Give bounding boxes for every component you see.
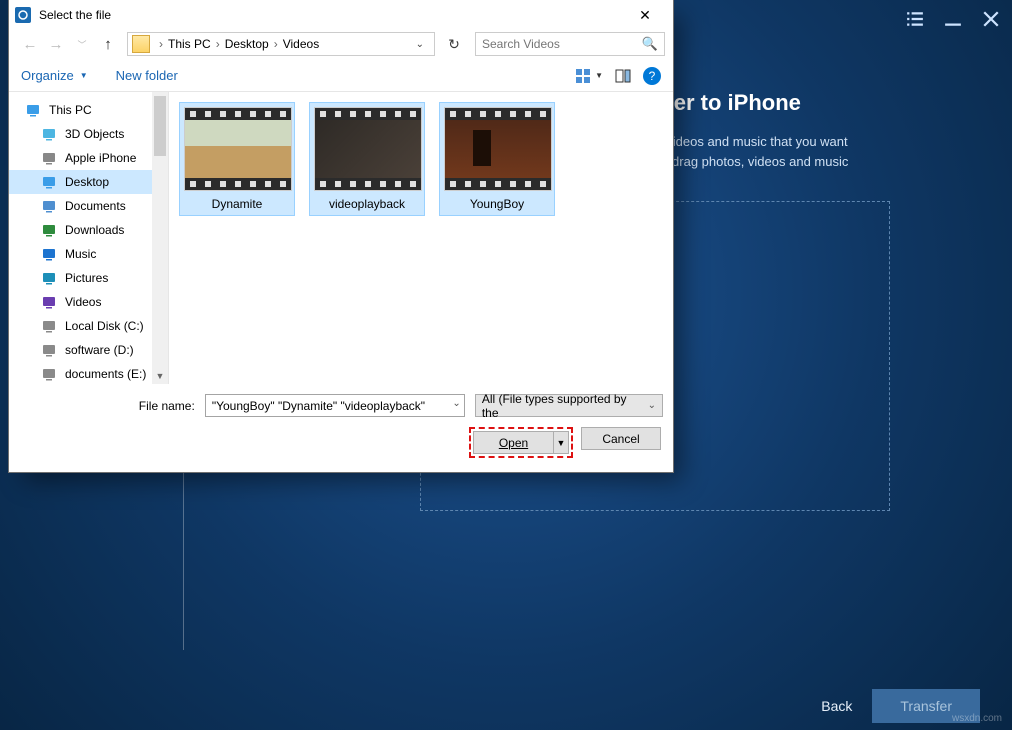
- sidebar-item-label: Downloads: [65, 223, 124, 237]
- filename-label: File name:: [19, 399, 195, 413]
- sidebar-item-downloads[interactable]: Downloads: [9, 218, 168, 242]
- scroll-thumb[interactable]: [154, 96, 166, 156]
- open-split-button[interactable]: ▼: [553, 431, 569, 454]
- file-item-dynamite[interactable]: Dynamite: [179, 102, 295, 216]
- desktop-icon: [41, 174, 57, 190]
- video-thumbnail: [314, 107, 422, 191]
- sidebar-item-label: Music: [65, 247, 96, 261]
- iphone-icon: [41, 150, 57, 166]
- minimize-icon[interactable]: [944, 10, 962, 28]
- video-thumbnail: [444, 107, 552, 191]
- sidebar-item-label: This PC: [49, 103, 92, 117]
- sidebar-item-label: software (D:): [65, 343, 134, 357]
- sidebar-item-music[interactable]: Music: [9, 242, 168, 266]
- sidebar-item-3d-objects[interactable]: 3D Objects: [9, 122, 168, 146]
- sidebar-item-desktop[interactable]: Desktop: [9, 170, 168, 194]
- video-thumbnail: [184, 107, 292, 191]
- app-icon: [15, 7, 31, 23]
- nav-history-icon[interactable]: ﹀: [69, 32, 95, 56]
- dl-icon: [41, 222, 57, 238]
- sidebar-item-label: Videos: [65, 295, 101, 309]
- search-box[interactable]: 🔍: [475, 32, 665, 56]
- nav-forward-icon[interactable]: →: [43, 32, 69, 56]
- file-item-youngboy[interactable]: YoungBoy: [439, 102, 555, 216]
- drive-icon: [41, 366, 57, 382]
- sidebar-item-pictures[interactable]: Pictures: [9, 266, 168, 290]
- organize-menu[interactable]: Organize▼: [21, 68, 88, 83]
- nav-up-icon[interactable]: ↑: [95, 32, 121, 56]
- crumb-videos[interactable]: Videos: [283, 37, 319, 51]
- chevron-right-icon[interactable]: ›: [211, 37, 225, 51]
- back-button[interactable]: Back: [821, 698, 852, 714]
- toolbar: Organize▼ New folder ▼ ?: [9, 60, 673, 92]
- sidebar-item-apple-iphone[interactable]: Apple iPhone: [9, 146, 168, 170]
- sidebar-item-label: Desktop: [65, 175, 109, 189]
- sidebar-item-documents-e-[interactable]: documents (E:): [9, 362, 168, 384]
- sidebar-item-local-disk-c-[interactable]: Local Disk (C:): [9, 314, 168, 338]
- open-button-highlight: Open ▼: [469, 427, 573, 458]
- chevron-down-icon[interactable]: ⌄: [410, 39, 430, 50]
- pics-icon: [41, 270, 57, 286]
- file-name-label: YoungBoy: [444, 197, 550, 211]
- breadcrumb-bar[interactable]: › This PC › Desktop › Videos ⌄: [127, 32, 435, 56]
- close-icon[interactable]: [982, 10, 1000, 28]
- dialog-titlebar: Select the file ✕: [9, 0, 673, 30]
- sidebar-item-software-d-[interactable]: software (D:): [9, 338, 168, 362]
- docs-icon: [41, 198, 57, 214]
- nav-back-icon[interactable]: ←: [17, 32, 43, 56]
- sidebar-item-label: documents (E:): [65, 367, 146, 381]
- chevron-down-icon[interactable]: ⌄: [452, 398, 460, 409]
- sidebar-item-documents[interactable]: Documents: [9, 194, 168, 218]
- watermark: wsxdn.com: [952, 713, 1002, 724]
- file-area[interactable]: Dynamite videoplayback YoungBoy: [169, 92, 673, 384]
- sidebar-item-label: Local Disk (C:): [65, 319, 144, 333]
- file-open-dialog: Select the file ✕ ← → ﹀ ↑ › This PC › De…: [8, 0, 674, 473]
- sidebar-item-label: Pictures: [65, 271, 108, 285]
- list-icon[interactable]: [906, 10, 924, 28]
- file-name-label: Dynamite: [184, 197, 290, 211]
- nav-bar: ← → ﹀ ↑ › This PC › Desktop › Videos ⌄ ↻…: [9, 30, 673, 60]
- new-folder-button[interactable]: New folder: [116, 68, 178, 83]
- sidebar: This PC 3D Objects Apple iPhone Desktop Docu…: [9, 92, 169, 384]
- chevron-right-icon[interactable]: ›: [269, 37, 283, 51]
- pc-icon: [25, 102, 41, 118]
- drive-icon: [41, 318, 57, 334]
- folder-icon: [132, 35, 150, 53]
- scroll-down-icon[interactable]: ▼: [152, 368, 168, 384]
- drive-icon: [41, 342, 57, 358]
- help-icon[interactable]: ?: [643, 67, 661, 85]
- refresh-icon[interactable]: ↻: [441, 36, 467, 53]
- cancel-button[interactable]: Cancel: [581, 427, 661, 450]
- sidebar-item-label: Documents: [65, 199, 126, 213]
- open-button[interactable]: Open: [473, 431, 553, 454]
- vid-icon: [41, 294, 57, 310]
- music-icon: [41, 246, 57, 262]
- view-mode-button[interactable]: ▼: [575, 68, 603, 84]
- 3d-icon: [41, 126, 57, 142]
- crumb-this-pc[interactable]: This PC: [168, 37, 211, 51]
- search-icon[interactable]: 🔍: [642, 36, 658, 52]
- filename-input[interactable]: [205, 394, 465, 417]
- file-type-filter[interactable]: All (File types supported by the⌄: [475, 394, 663, 417]
- sidebar-item-label: Apple iPhone: [65, 151, 136, 165]
- search-input[interactable]: [482, 37, 642, 51]
- dialog-title: Select the file: [39, 8, 111, 22]
- sidebar-item-videos[interactable]: Videos: [9, 290, 168, 314]
- scrollbar[interactable]: ▲ ▼: [152, 92, 168, 384]
- dialog-close-button[interactable]: ✕: [623, 1, 667, 29]
- sidebar-item-label: 3D Objects: [65, 127, 124, 141]
- preview-pane-button[interactable]: [615, 68, 631, 84]
- crumb-desktop[interactable]: Desktop: [225, 37, 269, 51]
- sidebar-item-this-pc[interactable]: This PC: [9, 98, 168, 122]
- file-item-videoplayback[interactable]: videoplayback: [309, 102, 425, 216]
- file-name-label: videoplayback: [314, 197, 420, 211]
- chevron-right-icon[interactable]: ›: [154, 37, 168, 51]
